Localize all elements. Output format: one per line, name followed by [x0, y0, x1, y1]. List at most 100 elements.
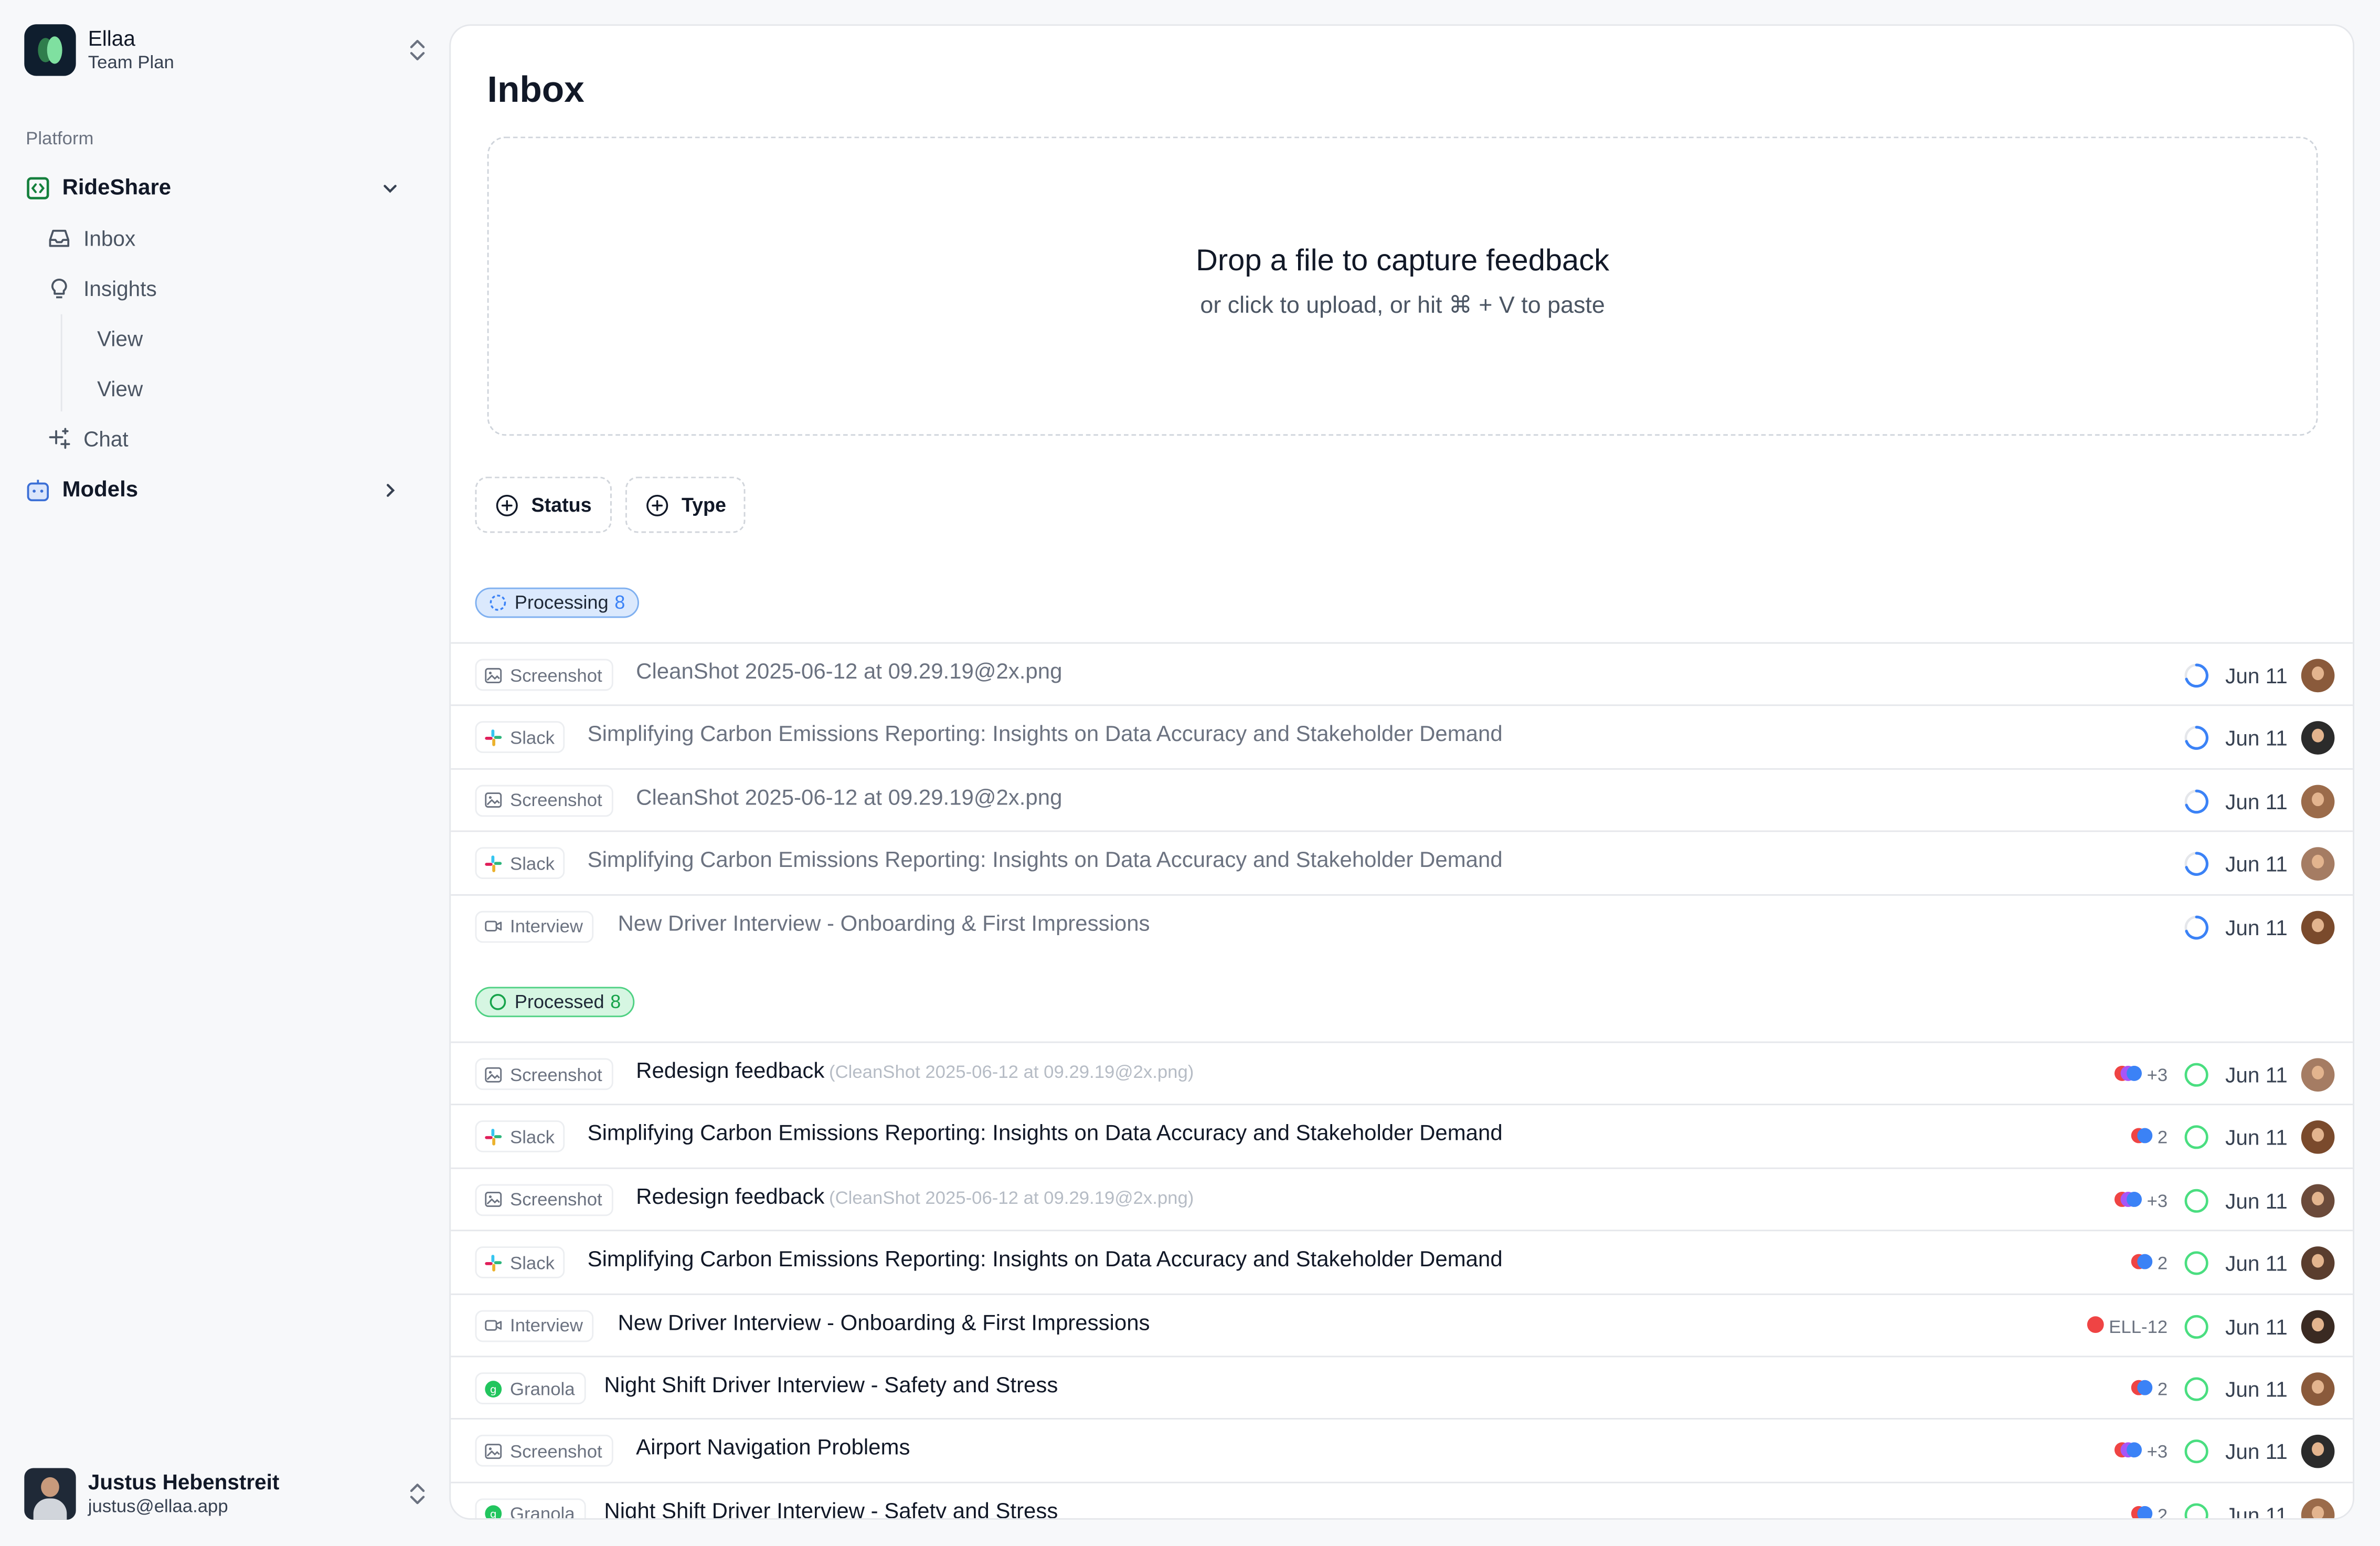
avatar[interactable] [2301, 785, 2335, 818]
row-title: Airport Navigation Problems [636, 1437, 910, 1461]
status-complete-icon[interactable] [2183, 1061, 2210, 1088]
status-complete-icon[interactable] [2183, 1249, 2210, 1277]
tag-group[interactable]: 2 [2131, 1127, 2168, 1148]
tag-dots [2115, 1442, 2147, 1463]
status-complete-icon[interactable] [2183, 1124, 2210, 1151]
spinner-icon[interactable] [2183, 725, 2210, 752]
status-complete-icon[interactable] [2183, 1501, 2210, 1520]
tag-group[interactable]: +3 [2115, 1442, 2168, 1463]
avatar[interactable] [2301, 1183, 2335, 1217]
row-title-text: CleanShot 2025-06-12 at 09.29.19@2x.png [636, 660, 1062, 685]
user-menu[interactable]: Justus Hebenstreit justus@ellaa.app [24, 1467, 428, 1521]
table-row[interactable]: Interview New Driver Interview - Onboardi… [451, 893, 2353, 956]
table-row[interactable]: Screenshot CleanShot 2025-06-12 at 09.29.… [451, 642, 2353, 705]
workspace-switcher[interactable]: Ellaa Team Plan [24, 22, 428, 79]
table-row[interactable]: Slack Simplifying Carbon Emissions Report… [451, 831, 2353, 893]
row-date: Jun 11 [2225, 1502, 2288, 1520]
source-badge: Screenshot [475, 1183, 613, 1216]
section-label-platform: Platform [26, 128, 94, 149]
avatar[interactable] [2301, 722, 2335, 755]
table-row[interactable]: Screenshot Redesign feedback (CleanShot 20… [451, 1167, 2353, 1230]
row-date: Jun 11 [2225, 1251, 2288, 1276]
tag-group[interactable]: ELL-12 [2087, 1316, 2168, 1337]
tag-dots [2115, 1190, 2147, 1212]
workspace-info: Ellaa Team Plan [88, 26, 407, 75]
spinner-icon[interactable] [2183, 662, 2210, 689]
row-subtitle: (CleanShot 2025-06-12 at 09.29.19@2x.png… [829, 1061, 1194, 1083]
avatar[interactable] [2301, 1435, 2335, 1469]
source-label: Slack [510, 1126, 555, 1148]
row-title: Night Shift Driver Interview - Safety an… [604, 1500, 1058, 1518]
table-row[interactable]: Slack Simplifying Carbon Emissions Report… [451, 1230, 2353, 1293]
table-row[interactable]: Screenshot CleanShot 2025-06-12 at 09.29.… [451, 768, 2353, 830]
sparkles-icon [47, 427, 71, 451]
avatar[interactable] [2301, 910, 2335, 944]
sidebar-item-label: Inbox [83, 226, 136, 251]
sidebar-group-models[interactable]: Models [26, 471, 430, 510]
row-date: Jun 11 [2225, 915, 2288, 939]
source-label: Interview [510, 1315, 583, 1337]
group-header-processing[interactable]: Processing 8 [475, 587, 639, 618]
file-dropzone[interactable]: Drop a file to capture feedback or click… [487, 136, 2318, 436]
row-title-text: Night Shift Driver Interview - Safety an… [604, 1374, 1058, 1399]
sidebar-item-view[interactable]: View [97, 369, 143, 408]
row-title-text: Simplifying Carbon Emissions Reporting: … [587, 1123, 1503, 1147]
table-row[interactable]: Screenshot Airport Navigation Problems +3 J… [451, 1418, 2353, 1481]
row-meta: Jun 11 [2183, 910, 2335, 944]
robot-icon [26, 478, 50, 502]
table-row[interactable]: Screenshot Redesign feedback (CleanShot 20… [451, 1041, 2353, 1104]
status-filter-button[interactable]: Status [475, 476, 612, 533]
status-complete-icon[interactable] [2183, 1438, 2210, 1466]
type-filter-button[interactable]: Type [625, 476, 746, 533]
status-complete-icon[interactable] [2183, 1187, 2210, 1214]
plus-circle-icon [496, 494, 518, 516]
row-meta: +3 Jun 11 [2115, 1058, 2335, 1092]
table-row[interactable]: Slack Simplifying Carbon Emissions Report… [451, 1104, 2353, 1167]
sidebar-project-rideshare[interactable]: RideShare [26, 168, 430, 208]
table-row[interactable]: Slack Simplifying Carbon Emissions Report… [451, 705, 2353, 767]
row-title-text: New Driver Interview - Onboarding & Firs… [618, 912, 1150, 936]
image-icon [484, 666, 503, 684]
row-title: New Driver Interview - Onboarding & Firs… [618, 1311, 1150, 1335]
sidebar-item-label: Insights [83, 276, 157, 301]
row-title: Simplifying Carbon Emissions Reporting: … [588, 723, 1503, 747]
chevron-up-down-icon [410, 1484, 425, 1505]
sidebar-item-inbox[interactable]: Inbox [47, 219, 136, 258]
spinner-icon[interactable] [2183, 851, 2210, 878]
tag-group[interactable]: +3 [2115, 1190, 2168, 1212]
avatar[interactable] [2301, 1058, 2335, 1092]
table-row[interactable]: g Granola Night Shift Driver Interview - S… [451, 1481, 2353, 1520]
spinner-icon[interactable] [2183, 913, 2210, 940]
tag-group[interactable]: 2 [2131, 1253, 2168, 1274]
table-row[interactable]: Interview New Driver Interview - Onboardi… [451, 1293, 2353, 1356]
row-date: Jun 11 [2225, 789, 2288, 814]
avatar[interactable] [2301, 1121, 2335, 1155]
chevron-right-icon [386, 484, 395, 497]
sidebar-item-view[interactable]: View [97, 319, 143, 358]
avatar[interactable] [2301, 847, 2335, 881]
tag-group[interactable]: 2 [2131, 1504, 2168, 1518]
sidebar-item-chat[interactable]: Chat [47, 419, 129, 458]
sidebar-item-insights[interactable]: Insights [47, 269, 157, 308]
granola-icon: g [484, 1505, 503, 1518]
avatar[interactable] [2301, 659, 2335, 693]
avatar[interactable] [2301, 1372, 2335, 1406]
table-row[interactable]: g Granola Night Shift Driver Interview - S… [451, 1356, 2353, 1418]
tag-label: 2 [2157, 1378, 2168, 1400]
tag-group[interactable]: +3 [2115, 1064, 2168, 1086]
source-label: Screenshot [510, 1189, 602, 1211]
group-header-processed[interactable]: Processed 8 [475, 987, 635, 1018]
source-badge: Interview [475, 910, 594, 943]
spinner-icon[interactable] [2183, 788, 2210, 815]
tag-label: +3 [2147, 1064, 2168, 1086]
row-meta: Jun 11 [2183, 847, 2335, 881]
tag-group[interactable]: 2 [2131, 1378, 2168, 1400]
status-complete-icon[interactable] [2183, 1375, 2210, 1403]
avatar[interactable] [2301, 1498, 2335, 1518]
status-complete-icon[interactable] [2183, 1312, 2210, 1340]
group-count: 8 [614, 592, 625, 613]
row-date: Jun 11 [2225, 1439, 2288, 1464]
avatar[interactable] [2301, 1246, 2335, 1280]
avatar[interactable] [2301, 1309, 2335, 1343]
image-icon [484, 791, 503, 810]
